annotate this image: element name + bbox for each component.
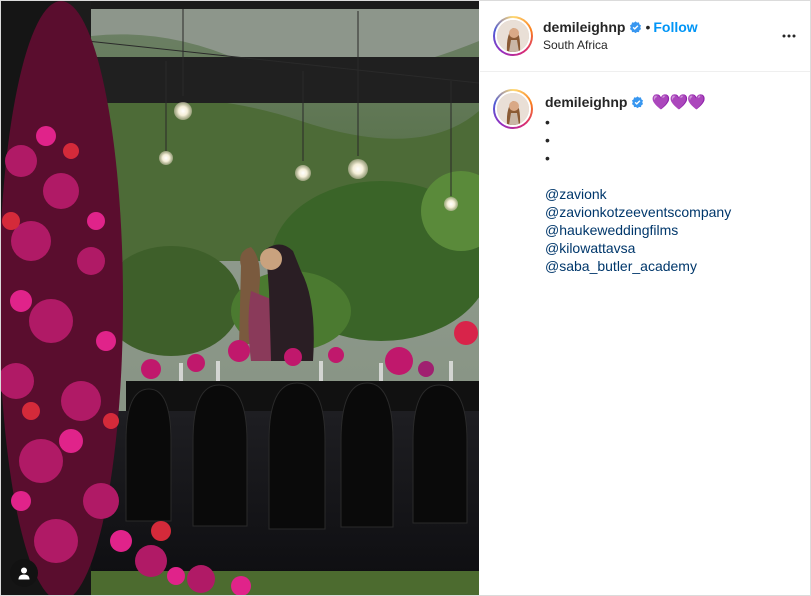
mention-link[interactable]: @zavionkotzeeventscompany [545,203,805,221]
user-tag-button[interactable] [10,559,38,587]
post-side-panel: demileighnp • Follow South Africa demile… [480,1,810,595]
verified-badge-icon [632,96,644,109]
post-header: demileighnp • Follow South Africa [480,1,810,72]
caption-bullet: • [545,132,550,148]
post-dialog: demileighnp • Follow South Africa demile… [0,0,811,596]
verified-badge-icon [630,21,642,34]
header-separator: • [645,19,651,35]
mention-link[interactable]: @kilowattavsa [545,239,805,257]
mentions-list: @zavionk @zavionkotzeeventscompany @hauk… [545,185,805,275]
avatar[interactable] [493,16,533,56]
author-username[interactable]: demileighnp [543,19,625,35]
location-link[interactable]: South Africa [543,38,608,52]
purple-hearts-emoji: 💜💜💜 [651,94,706,111]
user-tag-icon [18,567,30,580]
caption-text: demileighnp 💜💜💜 • • • @zavionk @zavionko… [545,93,805,275]
caption-bullet: • [545,114,550,130]
wedding-photo-illustration [1,1,479,595]
mention-link[interactable]: @saba_butler_academy [545,257,805,275]
caption-avatar[interactable] [493,89,533,129]
caption-username[interactable]: demileighnp [545,94,627,110]
mention-link[interactable]: @zavionk [545,185,805,203]
follow-button[interactable]: Follow [653,19,697,35]
caption-bullet: • [545,150,550,166]
post-photo[interactable] [1,1,479,595]
mention-link[interactable]: @haukeweddingfilms [545,221,805,239]
more-options-icon[interactable] [782,29,796,43]
